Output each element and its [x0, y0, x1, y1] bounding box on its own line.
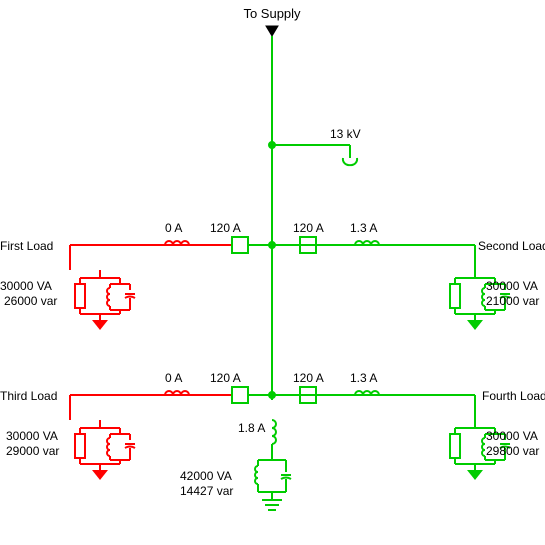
first-load-icon	[75, 270, 135, 330]
supply-title: To Supply	[243, 6, 301, 21]
third-load-va: 30000 VA	[6, 429, 58, 443]
second-load-var: 21000 var	[486, 294, 539, 308]
supply-arrow-icon	[266, 26, 278, 36]
fourth-load-name: Fourth Load	[482, 389, 545, 403]
second-load-va: 30000 VA	[486, 279, 538, 293]
bus-bottom-left-box-current: 120 A	[210, 371, 241, 385]
third-load-icon	[75, 420, 135, 480]
bus-top-right-inductor-current: 1.3 A	[350, 221, 377, 235]
source-voltage-label: 13 kV	[330, 127, 361, 141]
bus-bottom-right-inductor-current: 1.3 A	[350, 371, 377, 385]
first-load-var: 26000 var	[4, 294, 57, 308]
bus-top-left-inductor-current: 0 A	[165, 221, 182, 235]
fourth-load-va: 30000 VA	[486, 429, 538, 443]
bus-bottom-right-box-current: 120 A	[293, 371, 324, 385]
power-distribution-diagram: To Supply	[0, 0, 545, 545]
second-load-name: Second Load	[478, 239, 545, 253]
first-load-va: 30000 VA	[0, 279, 52, 293]
third-load-var: 29000 var	[6, 444, 59, 458]
center-load-va: 42000 VA	[180, 469, 232, 483]
bus-top-left-box-current: 120 A	[210, 221, 241, 235]
fourth-load-var: 29800 var	[486, 444, 539, 458]
bus-bottom-left-inductor-current: 0 A	[165, 371, 182, 385]
bus-top-right-box-current: 120 A	[293, 221, 324, 235]
center-load-current: 1.8 A	[238, 421, 265, 435]
deenergized-network	[70, 241, 231, 480]
first-load-name: First Load	[0, 239, 53, 253]
energized-network	[232, 36, 510, 510]
center-load-var: 14427 var	[180, 484, 233, 498]
third-load-name: Third Load	[0, 389, 57, 403]
